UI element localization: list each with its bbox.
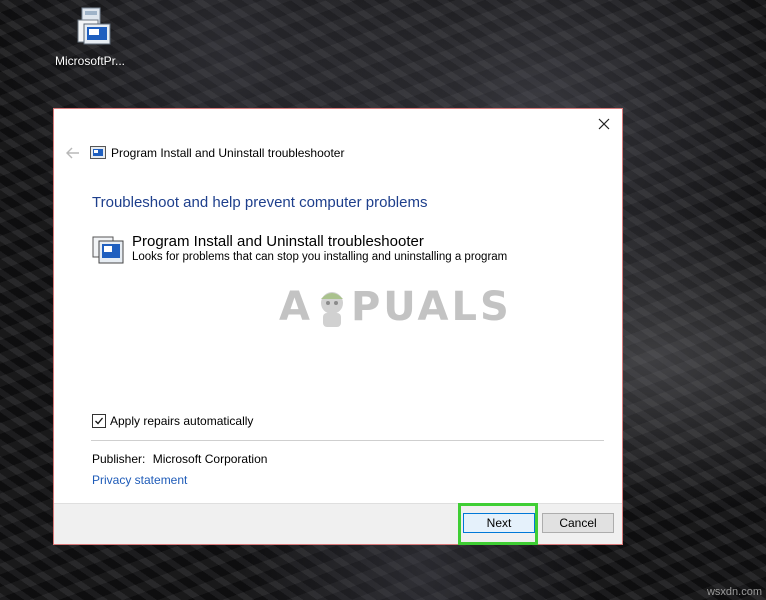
checkmark-icon: [95, 417, 104, 425]
close-button[interactable]: [592, 113, 616, 135]
watermark-text-left: A: [279, 284, 313, 330]
troubleshooter-icon: [92, 235, 124, 265]
close-icon: [598, 118, 610, 130]
corner-watermark: wsxdn.com: [706, 586, 762, 598]
watermark-text-right: PUALS: [350, 284, 512, 330]
next-button[interactable]: Next: [463, 513, 535, 533]
dialog-footer: Next Cancel: [54, 503, 622, 544]
desktop-icon-label: MicrosoftPr...: [54, 54, 125, 68]
cancel-button[interactable]: Cancel: [542, 513, 614, 533]
back-arrow-icon: [66, 147, 79, 159]
apply-repairs-row[interactable]: Apply repairs automatically: [92, 414, 253, 428]
divider: [91, 440, 604, 441]
window-title: Program Install and Uninstall troublesho…: [111, 146, 345, 160]
window-title-bar: Program Install and Uninstall troublesho…: [90, 146, 344, 160]
troubleshooter-item-description: Looks for problems that can stop you ins…: [132, 251, 508, 263]
troubleshooter-item-title: Program Install and Uninstall troublesho…: [132, 233, 424, 250]
back-button[interactable]: [63, 145, 83, 161]
appuals-watermark: A PUALS: [279, 284, 512, 330]
troubleshooter-small-icon: [90, 146, 106, 160]
troubleshooter-package-icon: [68, 6, 112, 50]
publisher-label: Publisher:: [92, 452, 146, 466]
privacy-statement-link[interactable]: Privacy statement: [92, 473, 187, 487]
publisher-info: Publisher: Microsoft Corporation: [92, 452, 267, 466]
apply-repairs-checkbox[interactable]: [92, 414, 106, 428]
publisher-value: Microsoft Corporation: [152, 452, 268, 466]
troubleshooter-item[interactable]: Program Install and Uninstall troublesho…: [92, 233, 507, 265]
troubleshooter-dialog: Program Install and Uninstall troublesho…: [53, 108, 623, 545]
apply-repairs-label: Apply repairs automatically: [110, 414, 254, 428]
watermark-mascot-icon: [315, 289, 349, 329]
page-heading: Troubleshoot and help prevent computer p…: [92, 194, 428, 211]
desktop-icon-microsoft[interactable]: MicrosoftPr...: [52, 6, 128, 68]
